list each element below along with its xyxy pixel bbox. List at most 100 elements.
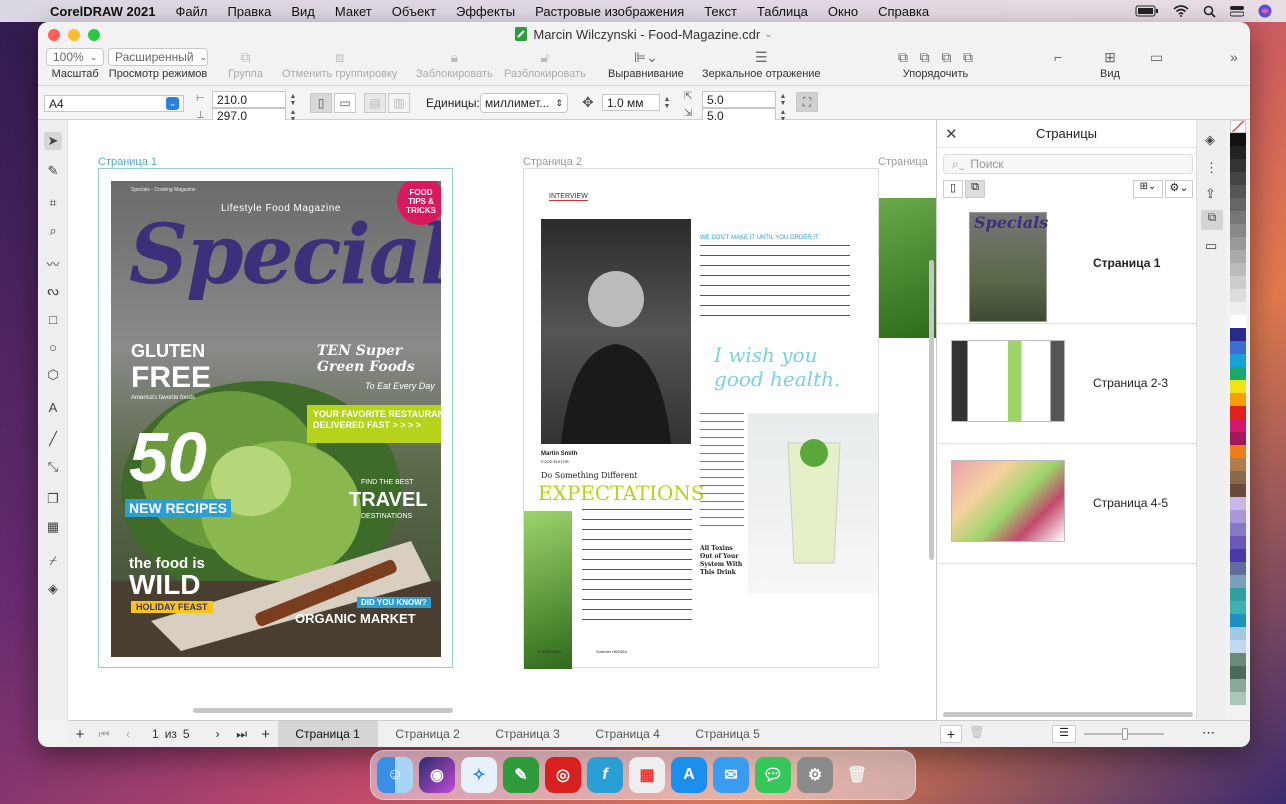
page-counter[interactable]: 1 — [152, 727, 159, 741]
palette-swatch[interactable] — [1230, 653, 1246, 666]
objects-icon[interactable]: ⋮ — [1205, 160, 1218, 176]
pages-docker-scrollbar[interactable] — [943, 712, 1193, 717]
polygon-tool-icon[interactable]: ⬡ — [44, 366, 62, 384]
line-tool-icon[interactable]: ╱ — [44, 430, 62, 448]
add-page-before-icon[interactable]: + — [68, 726, 92, 743]
slider-knob[interactable] — [1122, 728, 1128, 740]
palette-swatch[interactable] — [1230, 458, 1246, 471]
settings-button[interactable]: ⚙⌄ — [1165, 180, 1193, 198]
palette-swatch[interactable] — [1230, 341, 1246, 354]
align-button[interactable]: ⊫⌄ Выравнивание — [608, 46, 684, 81]
next-page-icon[interactable]: › — [206, 727, 230, 741]
palette-swatch[interactable] — [1230, 432, 1246, 445]
palette-swatch[interactable] — [1230, 276, 1246, 289]
control-center-icon[interactable] — [1230, 5, 1244, 17]
trash-dock-icon[interactable]: 🗑︎ — [839, 757, 875, 793]
last-page-icon[interactable]: ⏭ — [230, 727, 254, 742]
prev-page-icon[interactable]: ‹ — [116, 727, 140, 741]
crop-tool-icon[interactable]: ⌗ — [44, 194, 62, 212]
layout-options-button[interactable]: ⊞⌄ — [1133, 180, 1163, 198]
page-row-2-3[interactable]: Страница 2-3 — [937, 324, 1197, 444]
palette-swatch[interactable] — [1230, 588, 1246, 601]
coreldraw-icon[interactable]: ✎ — [503, 757, 539, 793]
guides-button[interactable]: ⌐ — [1054, 46, 1062, 68]
wifi-icon[interactable] — [1173, 5, 1189, 17]
palette-swatch[interactable] — [1230, 302, 1246, 315]
menu-text[interactable]: Текст — [704, 4, 737, 19]
shape-tool-icon[interactable]: ✎ — [44, 162, 62, 180]
palette-swatch[interactable] — [1230, 367, 1246, 380]
all-pages-button[interactable]: ▤ — [364, 93, 386, 113]
trash-icon[interactable]: 🗑︎ — [966, 725, 988, 743]
palette-swatch[interactable] — [1230, 406, 1246, 419]
duplicate-x-field[interactable]: 5.0 — [702, 91, 776, 108]
eyedropper-tool-icon[interactable]: ⌿ — [44, 552, 62, 570]
palette-swatch[interactable] — [1230, 484, 1246, 497]
nudge-stepper[interactable]: ▲ ▼ — [662, 94, 672, 111]
palette-swatch[interactable] — [1230, 679, 1246, 692]
palette-swatch[interactable] — [1230, 536, 1246, 549]
chevron-down-icon[interactable]: ⌄ — [764, 29, 772, 40]
tab-page-3[interactable]: Страница 3 — [478, 721, 578, 748]
menu-table[interactable]: Таблица — [757, 4, 808, 19]
rectangle-tool-icon[interactable]: □ — [44, 310, 62, 328]
palette-swatch[interactable] — [1230, 601, 1246, 614]
cover-page[interactable]: Specials - Cooking Magazine Lifestyle Fo… — [98, 168, 453, 668]
page-row-4-5[interactable]: Страница 4-5 — [937, 444, 1197, 564]
mirror-button[interactable]: ☰ Зеркальное отражение — [702, 46, 821, 81]
minimize-button[interactable] — [68, 29, 80, 41]
palette-swatch[interactable] — [1230, 549, 1246, 562]
palette-swatch[interactable] — [1230, 198, 1246, 211]
palette-swatch[interactable] — [1230, 380, 1246, 393]
zoom-tool-icon[interactable]: ⌕ — [44, 222, 62, 240]
tab-page-2[interactable]: Страница 2 — [378, 721, 478, 748]
safari-icon[interactable]: ✧ — [461, 757, 497, 793]
palette-swatch[interactable] — [1230, 523, 1246, 536]
add-page-button[interactable]: + — [940, 725, 962, 743]
current-page-button[interactable]: ▥ — [388, 93, 410, 113]
drawing-canvas[interactable]: Страница 1 Страница 2 Страница Specials … — [68, 120, 936, 720]
palette-swatch[interactable] — [1230, 237, 1246, 250]
page-3-preview[interactable] — [878, 168, 936, 668]
palette-swatch[interactable] — [1230, 315, 1246, 328]
palette-swatch[interactable] — [1230, 146, 1246, 159]
launchpad-icon[interactable]: ▦ — [629, 757, 665, 793]
palette-swatch[interactable] — [1230, 471, 1246, 484]
pick-tool-icon[interactable]: ➤ — [44, 132, 62, 150]
units-select[interactable]: миллимет... ⇕ — [480, 93, 568, 113]
arrange-button[interactable]: ⧉ ⧉ ⧉ ⧉ Упорядочить — [898, 46, 973, 81]
palette-swatch[interactable] — [1230, 627, 1246, 640]
messages-icon[interactable]: 💬︎ — [755, 757, 791, 793]
transparency-tool-icon[interactable]: ▦ — [44, 518, 62, 536]
horizontal-scrollbar[interactable] — [193, 708, 453, 713]
battery-icon[interactable] — [1135, 5, 1159, 17]
palette-swatch[interactable] — [1230, 185, 1246, 198]
nudge-field[interactable]: 1.0 мм — [602, 94, 660, 111]
lock-button[interactable]: 🔒︎ Заблокировать — [416, 46, 493, 81]
shadow-tool-icon[interactable]: ❐ — [44, 490, 62, 508]
text-tool-icon[interactable]: A — [44, 398, 62, 416]
palette-swatch[interactable] — [1230, 640, 1246, 653]
tab-page-4[interactable]: Страница 4 — [578, 721, 678, 748]
palette-swatch[interactable] — [1230, 614, 1246, 627]
siri-icon[interactable] — [1258, 4, 1272, 18]
view-button[interactable]: ⊞ Вид — [1100, 46, 1120, 81]
spread-pages-2-3[interactable]: INTERVIEW Martin Smith FOOD EDITOR WE DO… — [523, 168, 923, 669]
zoom-button[interactable] — [88, 29, 100, 41]
ungroup-button[interactable]: ⧈ Отменить группировку — [282, 46, 397, 81]
export-icon[interactable]: ⇪ — [1205, 186, 1216, 202]
palette-swatch[interactable] — [1230, 133, 1246, 146]
add-page-after-icon[interactable]: + — [254, 726, 278, 743]
palette-swatch[interactable] — [1230, 562, 1246, 575]
comments-icon[interactable]: ▭ — [1205, 238, 1217, 254]
tab-page-5[interactable]: Страница 5 — [678, 721, 778, 748]
palette-swatch[interactable] — [1230, 224, 1246, 237]
palette-swatch[interactable] — [1230, 445, 1246, 458]
palette-swatch[interactable] — [1230, 120, 1246, 133]
view-mode-select[interactable]: Расширенный ⌄ — [108, 48, 208, 66]
system-preferences-icon[interactable]: ⚙ — [797, 757, 833, 793]
fontlab-icon[interactable]: f — [587, 757, 623, 793]
unlock-button[interactable]: 🔓︎ Разблокировать — [504, 46, 586, 81]
palette-swatch[interactable] — [1230, 497, 1246, 510]
menu-object[interactable]: Объект — [392, 4, 436, 19]
